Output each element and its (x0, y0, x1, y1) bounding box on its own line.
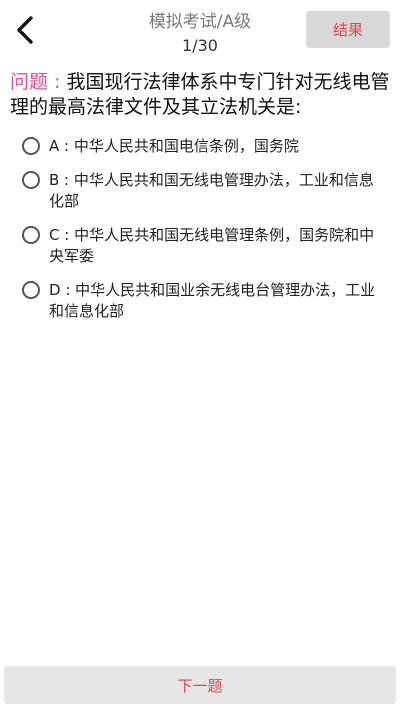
question-text-block: 问题 : 我国现行法律体系中专门针对无线电管理的最高法律文件及其立法机关是: (10, 70, 390, 120)
option-d[interactable]: D : 中华人民共和国业余无线电台管理办法，工业和信息化部 (22, 280, 382, 322)
radio-icon[interactable] (22, 171, 40, 189)
question-counter: 1/30 (182, 36, 218, 55)
options-list: A : 中华人民共和国电信条例，国务院 B : 中华人民共和国无线电管理办法，工… (22, 136, 382, 335)
option-b[interactable]: B : 中华人民共和国无线电管理办法，工业和信息化部 (22, 170, 382, 212)
option-text: A : 中华人民共和国电信条例，国务院 (49, 137, 299, 155)
option-text: D : 中华人民共和国业余无线电台管理办法，工业和信息化部 (49, 281, 376, 320)
back-button[interactable] (10, 12, 40, 48)
radio-icon[interactable] (22, 226, 40, 244)
result-button[interactable]: 结果 (306, 11, 390, 48)
option-a[interactable]: A : 中华人民共和国电信条例，国务院 (22, 136, 382, 157)
title-block: 模拟考试/A级 1/30 (100, 10, 300, 58)
radio-icon[interactable] (22, 137, 40, 155)
header: 模拟考试/A级 1/30 结果 (0, 0, 400, 62)
question-label: 问题 : (10, 71, 67, 93)
option-c[interactable]: C : 中华人民共和国无线电管理条例，国务院和中央军委 (22, 225, 382, 267)
radio-icon[interactable] (22, 281, 40, 299)
page-title: 模拟考试/A级 (148, 12, 252, 32)
chevron-left-icon (17, 16, 33, 44)
option-text: C : 中华人民共和国无线电管理条例，国务院和中央军委 (49, 226, 375, 265)
question-text: 我国现行法律体系中专门针对无线电管理的最高法律文件及其立法机关是: (10, 71, 390, 118)
option-text: B : 中华人民共和国无线电管理办法，工业和信息化部 (49, 171, 374, 210)
next-question-button[interactable]: 下一题 (4, 666, 396, 704)
